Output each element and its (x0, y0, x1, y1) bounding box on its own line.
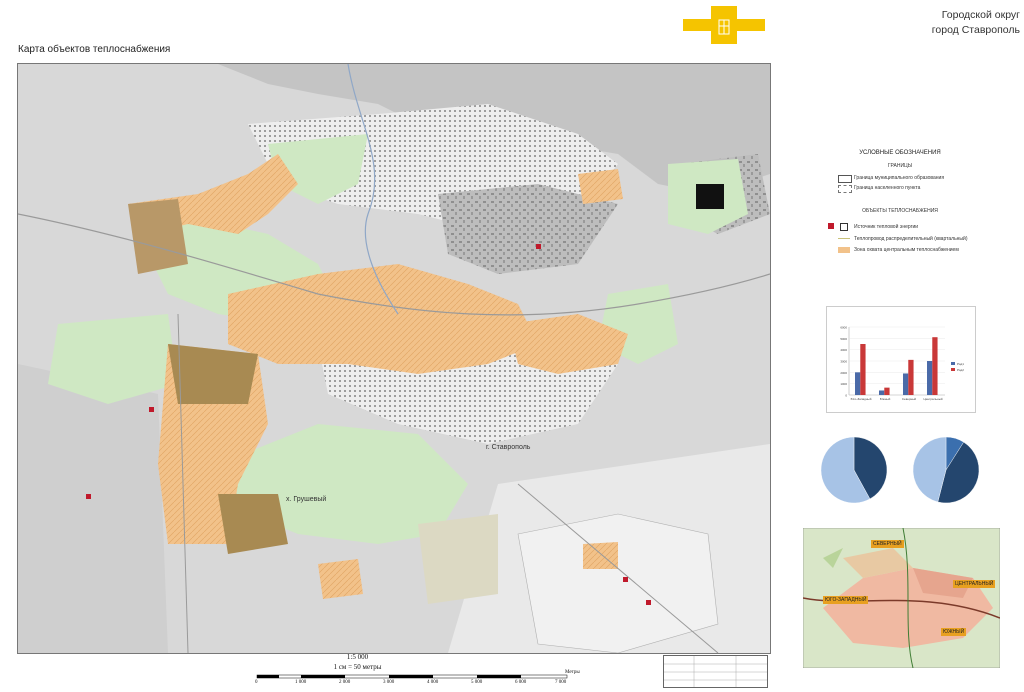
heat-zone-north-east (578, 169, 623, 204)
bar-chart-svg: 0 1000 2000 3000 4000 5000 6000 Юго-Западный Южн… (840, 326, 964, 402)
bar-y-tick-label: 4000 (840, 348, 847, 352)
bar-2-0 (903, 373, 909, 395)
scale-per-cm: 1 см = 50 метры (333, 663, 382, 671)
map-title: Карта объектов теплоснабжения (18, 44, 171, 55)
bar-3-0 (927, 361, 933, 395)
inset-district-north: СЕВЕРНЫЙ (871, 540, 904, 548)
scale-unit: Метры (565, 670, 580, 675)
scale-tick-5: 5 000 (471, 680, 483, 685)
bar-x-tick-label: Северный (902, 397, 917, 401)
legend-heat-source-symbol-1 (828, 223, 834, 229)
residential-southeast (517, 513, 719, 653)
legend-central-zone-label: Зона охвата центральным теплоснабжением (854, 247, 959, 253)
legend-border-municipal-label: Граница муниципального образования (854, 175, 945, 181)
legend-central-zone-symbol (838, 247, 850, 253)
bar-1-1 (884, 387, 890, 395)
scale-tick-2: 2 000 (339, 680, 351, 685)
map-canvas (18, 64, 770, 653)
terrain-west (18, 364, 168, 653)
region-title-line1: Городской округ (941, 9, 1020, 21)
title-block-stamp (663, 655, 768, 688)
heat-source-5 (646, 600, 651, 605)
bar-y-tick-label: 2000 (840, 371, 847, 375)
heat-source-4 (623, 577, 628, 582)
bar-1-0 (879, 390, 885, 395)
legend-title: УСЛОВНЫЕ ОБОЗНАЧЕНИЯ (859, 150, 941, 156)
scale-tick-6: 6 000 (515, 680, 527, 685)
scale-bar: 1:5 000 1 см = 50 метры Метры 0 1 000 2 … (255, 652, 580, 690)
legend-heat-source-label: Источник тепловой энергии (854, 224, 919, 230)
bar-x-tick-label: Юго-Западный (851, 397, 872, 401)
scale-tick-7: 7 000 (555, 680, 567, 685)
scale-tick-1: 1 000 (295, 680, 307, 685)
bar-x-tick-label: Южный (880, 397, 891, 401)
heat-zone-dark-2 (218, 494, 288, 554)
field-south (418, 514, 498, 604)
legend-border-municipal-symbol (838, 175, 852, 183)
bar-legend-label-0: Ряд1 (957, 362, 964, 366)
legend-border-settlement-symbol (838, 185, 852, 193)
bar-x-tick-label: Центральный (923, 397, 942, 401)
scale-tick-0: 0 (255, 680, 258, 685)
scale-ratio: 1:5 000 (346, 653, 369, 661)
heat-zone-south (318, 559, 363, 599)
city-emblem-logo (683, 6, 765, 44)
heat-zone-southeast (583, 542, 618, 569)
legend-border-settlement-label: Граница населенного пункта (854, 185, 921, 191)
heat-zone-dark-1 (168, 344, 258, 404)
bar-legend-swatch-1 (951, 368, 955, 371)
heat-source-2 (149, 407, 154, 412)
bar-0-1 (860, 344, 866, 395)
legend-heat-source-symbol-2 (840, 223, 848, 231)
bar-2-1 (908, 359, 914, 395)
heat-source-3 (86, 494, 91, 499)
legend-group-borders: ГРАНИЦЫ (887, 163, 913, 169)
bar-y-tick-label: 3000 (840, 360, 847, 364)
bar-y-tick-label: 5000 (840, 337, 847, 341)
scale-tick-3: 3 000 (383, 680, 395, 685)
scale-tick-4: 4 000 (427, 680, 439, 685)
bar-3-1 (932, 337, 938, 395)
bar-y-tick-label: 6000 (840, 326, 847, 330)
inset-district-central: ЦЕНТРАЛЬНЫЙ (953, 580, 996, 588)
bar-legend-swatch-0 (951, 362, 955, 365)
industrial-block-black (696, 184, 724, 209)
inset-district-south: ЮЖНЫЙ (941, 628, 967, 636)
region-title-line2: город Ставрополь (931, 24, 1020, 36)
bar-legend-label-1: Ряд2 (957, 368, 964, 372)
heat-source-1 (536, 244, 541, 249)
bar-chart: 0 1000 2000 3000 4000 5000 6000 Юго-Западный Южн… (826, 306, 976, 413)
city-label: г. Ставрополь (486, 444, 531, 451)
heat-zone-dark-3 (128, 199, 188, 274)
khutor-label: х. Грушевый (286, 496, 327, 503)
pie-chart-2 (912, 436, 980, 504)
legend-pipeline-symbol (838, 238, 850, 239)
main-map[interactable]: г. Ставрополь х. Грушевый (17, 63, 771, 654)
map-legend: УСЛОВНЫЕ ОБОЗНАЧЕНИЯ ГРАНИЦЫ Граница мун… (820, 146, 980, 270)
bar-0-0 (855, 372, 861, 395)
inset-district-map: СЕВЕРНЫЙ ЦЕНТРАЛЬНЫЙ ЮГО-ЗАПАДНЫЙ ЮЖНЫЙ (802, 527, 1001, 669)
legend-pipeline-label: Теплопровод распределительный (квартальн… (854, 236, 968, 242)
inset-district-southwest: ЮГО-ЗАПАДНЫЙ (823, 596, 869, 604)
bar-y-tick-label: 1000 (840, 382, 847, 386)
region-title: Городской округ город Ставрополь (930, 8, 1020, 38)
legend-group-heat: ОБЪЕКТЫ ТЕПЛОСНАБЖЕНИЯ (862, 208, 938, 214)
bar-y-tick-label: 0 (845, 394, 847, 398)
pie-chart-1 (820, 436, 888, 504)
